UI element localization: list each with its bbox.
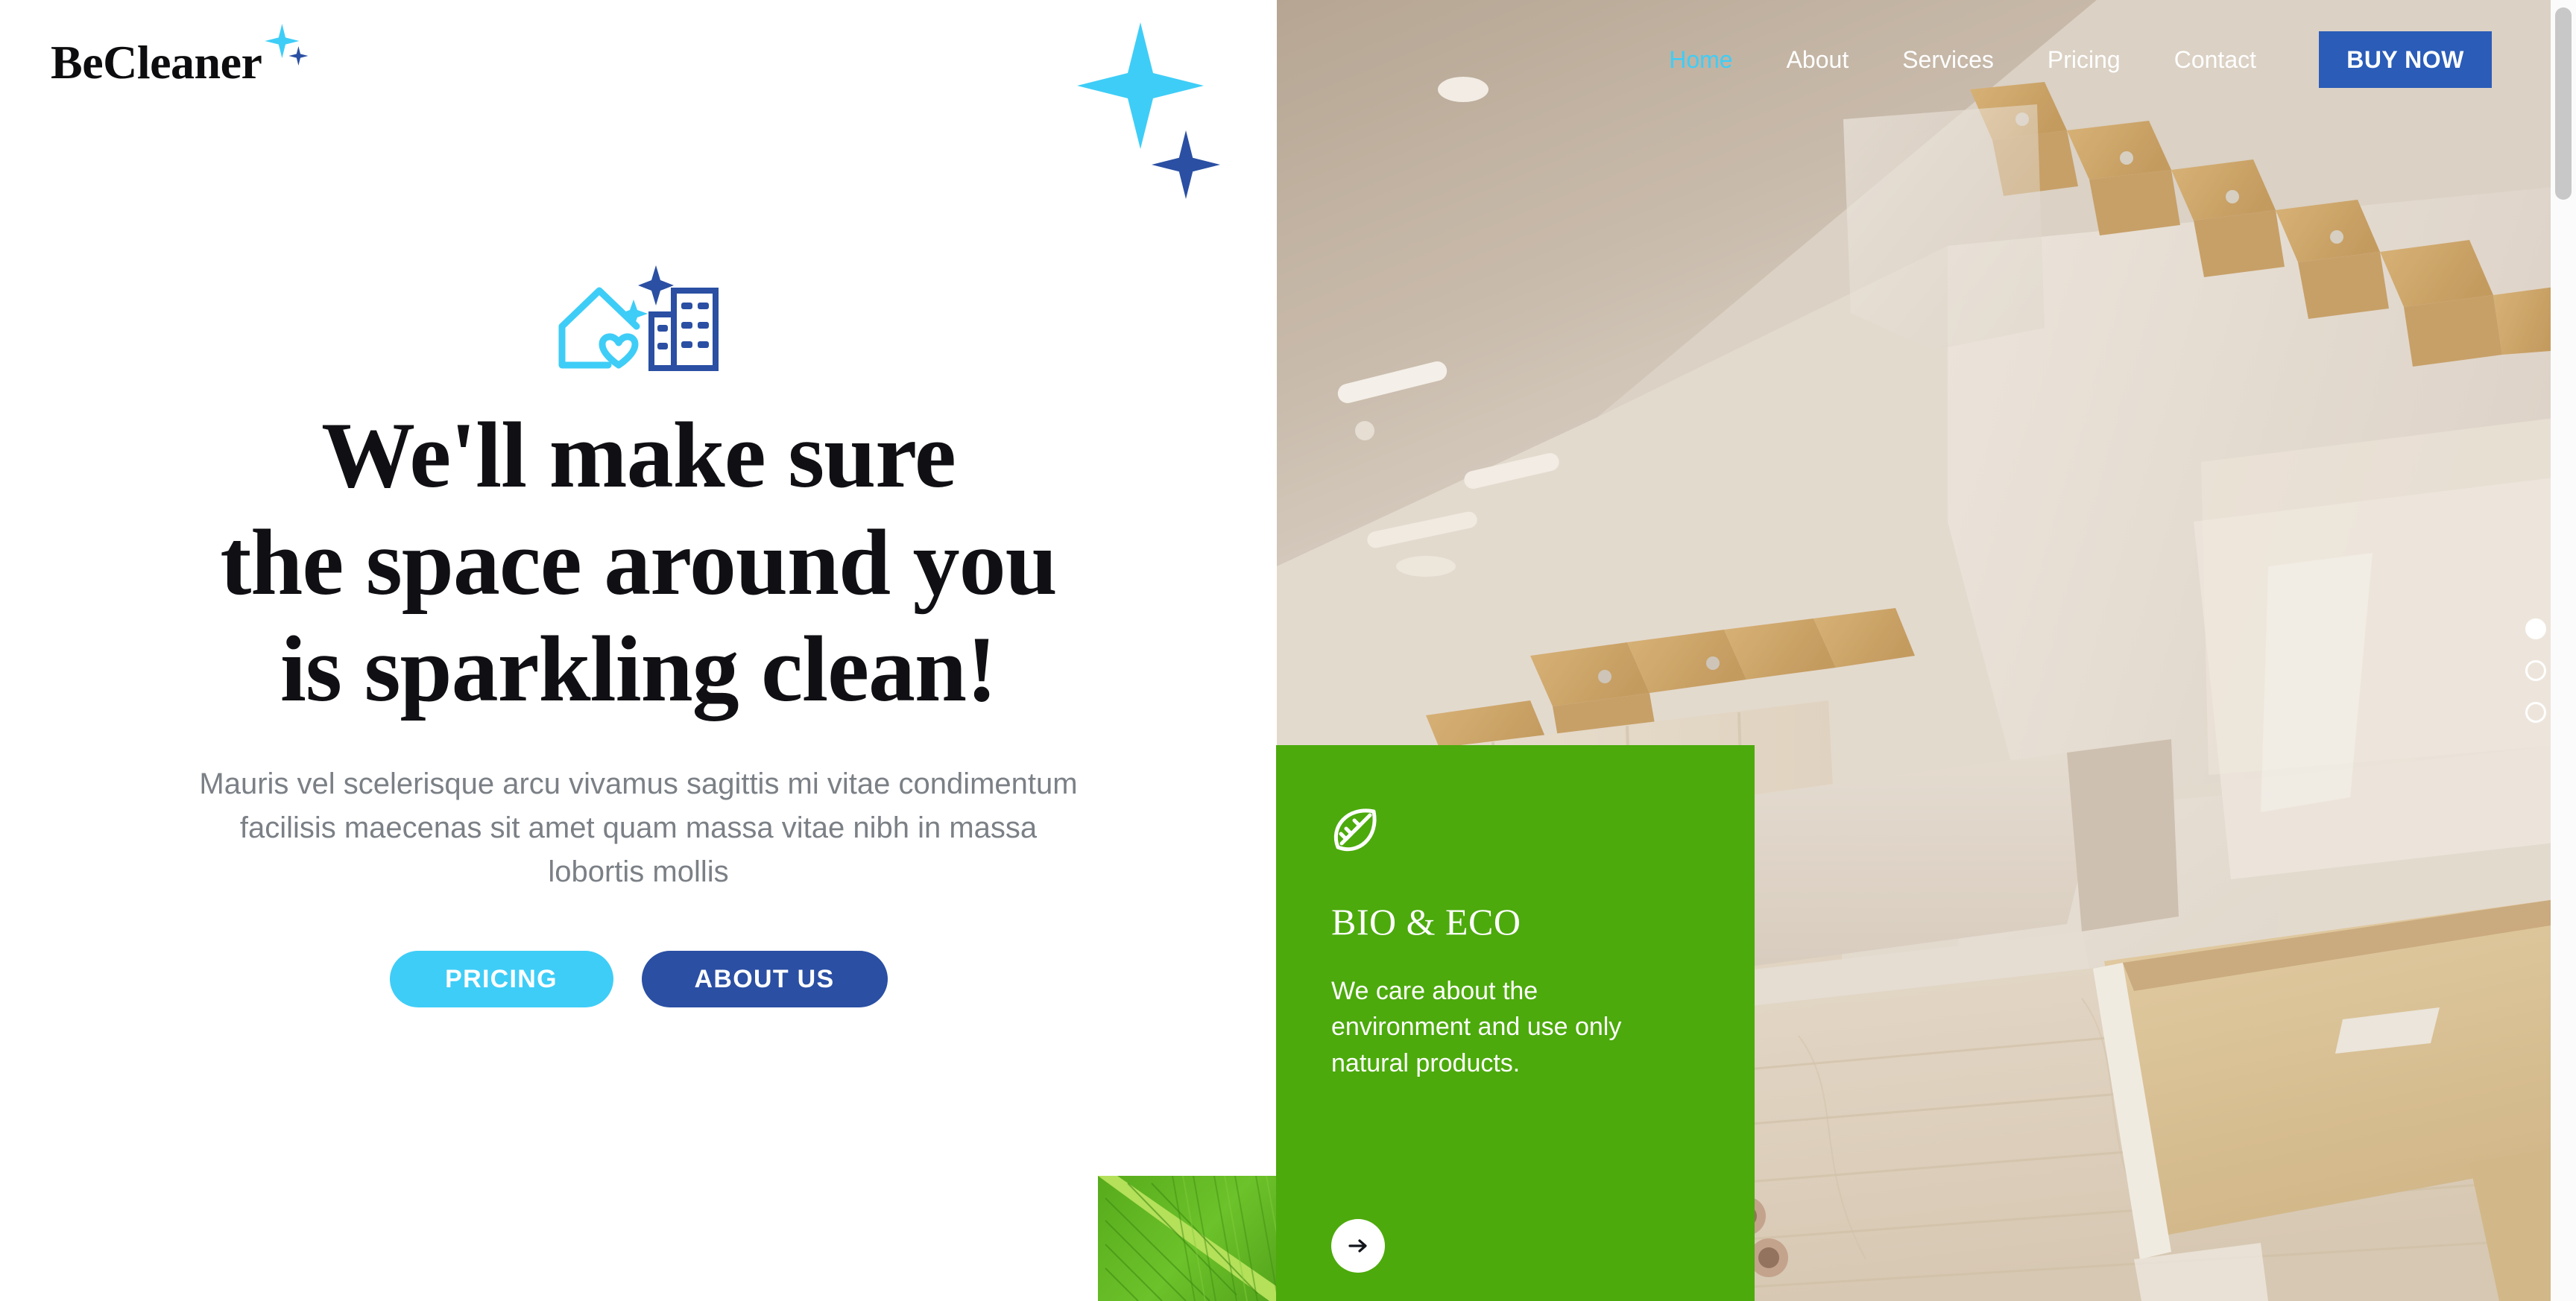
hero-icon-wrapper [553, 261, 724, 373]
leaf-icon [1333, 808, 1377, 852]
nav-item-contact[interactable]: Contact [2174, 46, 2256, 74]
nav-link-list: Home About Services Pricing Contact [1669, 46, 2256, 74]
brand-name: BeCleaner [51, 36, 262, 89]
hero-button-group: PRICING ABOUT US [0, 951, 1277, 1008]
about-us-button[interactable]: ABOUT US [641, 951, 888, 1008]
decorative-sparkle-small-icon [1152, 130, 1220, 199]
hero-content: We'll make sure the space around you is … [0, 261, 1277, 1008]
sparkle-large-icon [265, 24, 300, 58]
logo-sparkle-group [265, 24, 317, 76]
page-title: We'll make sure the space around you is … [0, 402, 1277, 724]
house-heart-building-sparkle-icon [558, 265, 719, 371]
carousel-dots [2525, 618, 2546, 723]
landing-page: BeCleaner We'll make sure the space arou… [0, 0, 2576, 1301]
nav-item-pricing[interactable]: Pricing [2048, 46, 2121, 74]
eco-card-arrow-button[interactable] [1331, 1219, 1385, 1273]
nav-item-home[interactable]: Home [1669, 46, 1732, 74]
hero-subtitle: Mauris vel scelerisque arcu vivamus sagi… [199, 767, 1078, 889]
nav-item-services[interactable]: Services [1902, 46, 1994, 74]
arrow-right-icon [1348, 1239, 1367, 1253]
page-scrollbar-thumb[interactable] [2555, 7, 2572, 200]
brand-logo[interactable]: BeCleaner [51, 24, 317, 89]
buy-now-button[interactable]: BUY NOW [2319, 31, 2492, 88]
decorative-sparkle-large-icon [1077, 22, 1204, 149]
eco-card: BIO & ECO We care about the environment … [1276, 745, 1755, 1301]
nav-item-about[interactable]: About [1787, 46, 1849, 74]
hero-title-line-1: We'll make sure [321, 404, 956, 507]
carousel-dot-3[interactable] [2525, 702, 2546, 723]
carousel-dot-1[interactable] [2525, 618, 2546, 639]
decorative-sparkle-group [1077, 22, 1241, 209]
page-scrollbar-track[interactable] [2551, 0, 2576, 1301]
eco-icon-wrapper [1331, 805, 1380, 854]
hero-title-line-2: the space around you [220, 510, 1057, 615]
eco-card-title: BIO & ECO [1331, 901, 1521, 943]
eco-card-body: We care about the environment and use on… [1331, 977, 1622, 1077]
hero-title-line-3: is sparkling clean! [280, 618, 997, 722]
carousel-dot-2[interactable] [2525, 660, 2546, 681]
sparkle-small-icon [288, 46, 309, 66]
main-navigation: Home About Services Pricing Contact BUY … [1277, 0, 2560, 119]
pricing-button[interactable]: PRICING [389, 951, 613, 1008]
